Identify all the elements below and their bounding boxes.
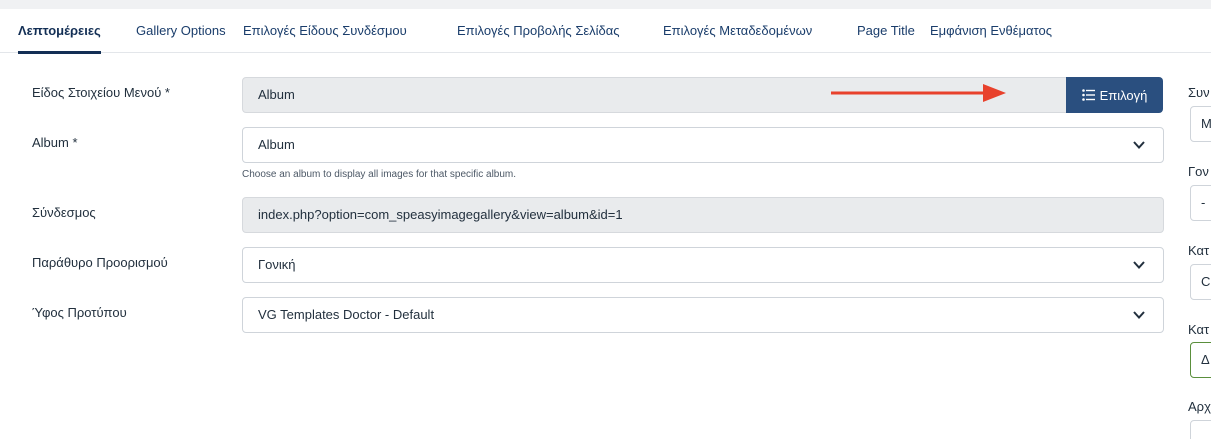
- chevron-down-icon: [1133, 311, 1145, 319]
- tab-module-assignment[interactable]: Εμφάνιση Ενθέματος: [930, 9, 1052, 53]
- right-panel-label: Κατ: [1188, 243, 1210, 258]
- select-menu-item-type-button[interactable]: Επιλογή: [1066, 77, 1163, 113]
- right-panel-field[interactable]: C: [1190, 264, 1211, 300]
- template-style-select[interactable]: VG Templates Doctor - Default: [242, 297, 1164, 333]
- right-panel-field[interactable]: Δ: [1190, 342, 1211, 378]
- right-panel-field[interactable]: [1190, 420, 1211, 439]
- tab-page-title[interactable]: Page Title: [857, 9, 915, 53]
- tab-metadata-options[interactable]: Επιλογές Μεταδεδομένων: [663, 9, 812, 53]
- right-panel-label: Συν: [1188, 85, 1210, 100]
- tab-gallery-options[interactable]: Gallery Options: [136, 9, 226, 53]
- tab-page-display-options[interactable]: Επιλογές Προβολής Σελίδας: [457, 9, 620, 53]
- top-strip: [0, 0, 1211, 9]
- link-label: Σύνδεσμος: [32, 205, 96, 220]
- chevron-down-icon: [1133, 261, 1145, 269]
- tab-details[interactable]: Λεπτομέρειες: [18, 9, 101, 54]
- tab-bar: Λεπτομέρειες Gallery Options Επιλογές Εί…: [0, 9, 1211, 54]
- select-button-label: Επιλογή: [1099, 87, 1148, 103]
- album-label: Album *: [32, 135, 78, 150]
- menu-item-type-label: Είδος Στοιχείου Μενού *: [32, 85, 170, 100]
- target-window-select[interactable]: Γονική: [242, 247, 1164, 283]
- album-help-text: Choose an album to display all images fo…: [242, 169, 517, 180]
- template-style-value: VG Templates Doctor - Default: [258, 307, 435, 322]
- link-value: index.php?option=com_speasyimagegallery&…: [258, 207, 623, 222]
- chevron-down-icon: [1133, 141, 1145, 149]
- target-window-label: Παράθυρο Προορισμού: [32, 255, 168, 270]
- right-panel-field[interactable]: -: [1190, 185, 1211, 221]
- target-window-value: Γονική: [258, 257, 296, 272]
- list-icon: [1081, 89, 1095, 101]
- right-panel-field[interactable]: M: [1190, 106, 1211, 142]
- tab-link-type-options[interactable]: Επιλογές Είδους Συνδέσμου: [243, 9, 407, 53]
- right-panel-label: Αρχ: [1188, 399, 1211, 414]
- annotation-arrow-icon: [831, 84, 1006, 102]
- template-style-label: Ύφος Προτύπου: [32, 305, 127, 320]
- right-panel-label: Γον: [1188, 164, 1209, 179]
- right-panel-label: Κατ: [1188, 322, 1210, 337]
- album-select-value: Album: [258, 137, 295, 152]
- menu-item-type-value: Album: [258, 87, 295, 102]
- album-select[interactable]: Album: [242, 127, 1164, 163]
- link-field: index.php?option=com_speasyimagegallery&…: [242, 197, 1164, 233]
